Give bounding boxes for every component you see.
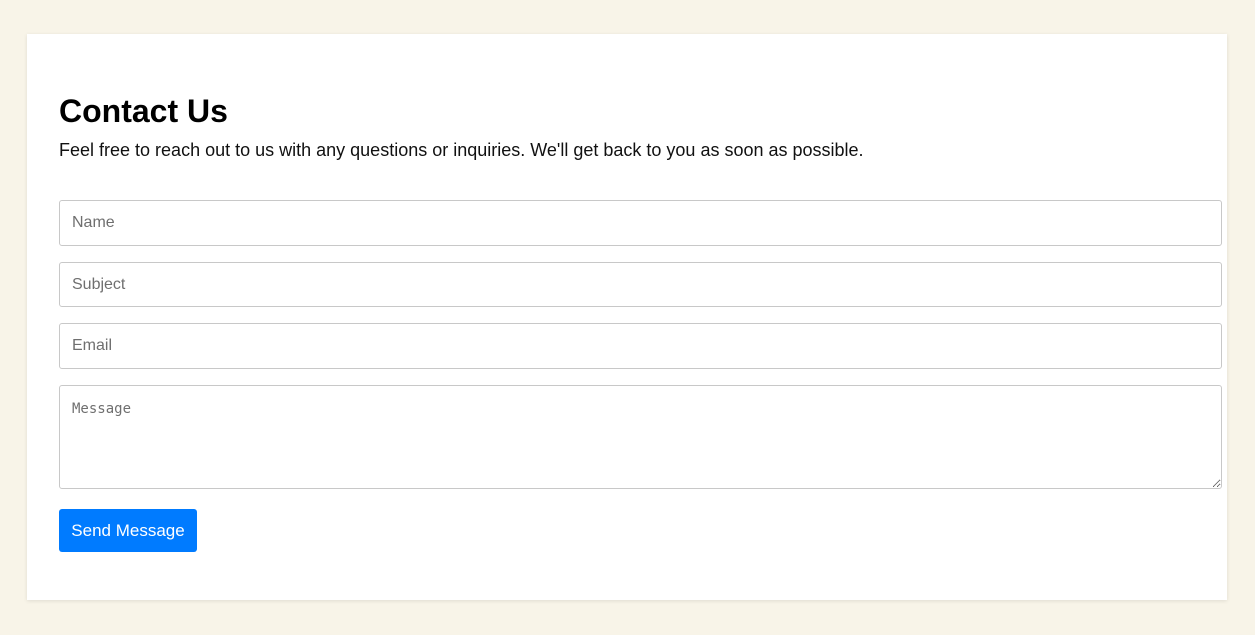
send-message-button[interactable]: Send Message [59, 509, 197, 552]
subject-input[interactable] [59, 262, 1222, 307]
page-title: Contact Us [59, 93, 228, 129]
email-input[interactable] [59, 323, 1222, 369]
intro-text: Feel free to reach out to us with any qu… [59, 140, 864, 160]
message-textarea[interactable] [59, 385, 1222, 489]
name-input[interactable] [59, 200, 1222, 246]
contact-card: Contact Us Feel free to reach out to us … [27, 34, 1227, 600]
